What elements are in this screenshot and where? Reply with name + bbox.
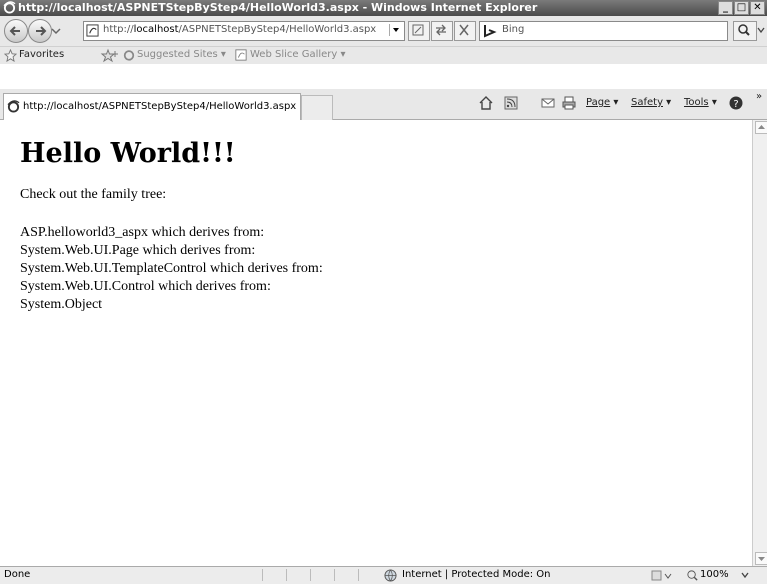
- address-bar[interactable]: http://localhost/ASPNETStepByStep4/Hello…: [83, 21, 405, 41]
- suggested-sites-link[interactable]: Suggested Sites ▾: [137, 49, 226, 60]
- status-segment: [262, 569, 285, 581]
- back-arrow-icon: [9, 26, 20, 36]
- svg-text:?: ?: [733, 99, 738, 110]
- close-button[interactable]: ✕: [750, 1, 765, 15]
- maximize-button[interactable]: □: [734, 1, 749, 15]
- title-bar: http://localhost/ASPNETStepByStep4/Hello…: [0, 0, 767, 16]
- web-slice-gallery-link[interactable]: Web Slice Gallery ▾: [250, 49, 346, 60]
- forward-button[interactable]: [28, 19, 52, 43]
- status-bar: Done Internet | Protected Mode: On 100%: [0, 566, 767, 584]
- page-content: Hello World!!! Check out the family tree…: [0, 120, 752, 566]
- compatibility-view-button[interactable]: [408, 21, 430, 41]
- status-text: Done: [4, 569, 31, 580]
- intro-text: Check out the family tree:: [20, 187, 167, 202]
- stop-icon: [459, 24, 469, 36]
- zoom-level[interactable]: 100%: [700, 569, 729, 580]
- address-url: http://localhost/ASPNETStepByStep4/Hello…: [103, 24, 377, 35]
- family-tree-list: ASP.helloworld3_aspx which derives from:…: [20, 224, 323, 314]
- favorites-star-icon: [4, 49, 17, 62]
- back-button[interactable]: [4, 19, 28, 43]
- vertical-scrollbar[interactable]: [752, 120, 767, 566]
- refresh-button[interactable]: [431, 21, 453, 41]
- window-controls: _ □ ✕: [718, 1, 765, 15]
- address-row: http://localhost/ASPNETStepByStep4/Hello…: [0, 16, 767, 47]
- safety-menu[interactable]: Safety ▾: [631, 97, 671, 108]
- bing-icon: [484, 25, 497, 38]
- tools-menu[interactable]: Tools ▾: [684, 97, 717, 108]
- favorites-button[interactable]: Favorites: [19, 49, 64, 60]
- tab-title: http://localhost/ASPNETStepByStep4/Hello…: [23, 101, 297, 112]
- scroll-up-button[interactable]: [755, 121, 767, 134]
- family-tree-line: System.Web.UI.Page which derives from:: [20, 243, 256, 258]
- family-tree-line: System.Web.UI.TemplateControl which deri…: [20, 261, 323, 276]
- chevron-more-icon[interactable]: »: [756, 91, 762, 102]
- home-icon[interactable]: [478, 95, 494, 111]
- ie-page-icon: [123, 50, 135, 61]
- security-zone[interactable]: Internet | Protected Mode: On: [402, 569, 550, 580]
- tab-bar: http://localhost/ASPNETStepByStep4/Hello…: [0, 89, 767, 121]
- family-tree-line: ASP.helloworld3_aspx which derives from:: [20, 225, 265, 240]
- active-tab[interactable]: http://localhost/ASPNETStepByStep4/Hello…: [3, 93, 301, 120]
- favorites-bar: Favorites Suggested Sites ▾ Web Slice Ga…: [0, 47, 767, 64]
- scroll-up-arrow-icon: [758, 125, 765, 129]
- search-button[interactable]: [733, 21, 757, 41]
- compatibility-view-icon: [412, 24, 424, 36]
- scroll-down-arrow-icon: [758, 557, 765, 561]
- family-tree-line: System.Object: [20, 297, 103, 312]
- globe-icon: [384, 569, 397, 582]
- stop-button[interactable]: [454, 21, 476, 41]
- protected-mode-dropdown-icon[interactable]: [650, 569, 672, 582]
- ie-logo-icon: [3, 1, 16, 14]
- zoom-icon: [687, 570, 698, 581]
- add-to-favorites-bar-icon[interactable]: [100, 48, 120, 63]
- page-heading: Hello World!!!: [20, 138, 236, 169]
- refresh-icon: [436, 24, 446, 36]
- new-tab-button[interactable]: [301, 95, 333, 121]
- status-segment: [358, 569, 381, 581]
- navigation-bar: http://localhost/ASPNETStepByStep4/Hello…: [0, 16, 767, 64]
- feeds-icon[interactable]: [503, 95, 519, 111]
- status-segment: [334, 569, 357, 581]
- zoom-dropdown-icon[interactable]: [740, 570, 750, 580]
- family-tree-line: System.Web.UI.Control which derives from…: [20, 279, 271, 294]
- page-icon: [86, 24, 99, 37]
- forward-arrow-icon: [36, 26, 47, 36]
- recent-pages-dropdown-icon[interactable]: [51, 27, 61, 35]
- ie-page-icon: [7, 100, 20, 113]
- print-icon[interactable]: [561, 95, 577, 111]
- read-mail-icon[interactable]: [540, 95, 556, 111]
- minimize-button[interactable]: _: [718, 1, 733, 15]
- chevron-down-icon: [393, 28, 399, 32]
- search-options-dropdown-icon[interactable]: [757, 27, 765, 33]
- search-box[interactable]: Bing: [479, 21, 728, 41]
- address-dropdown-button[interactable]: [389, 24, 402, 36]
- scroll-down-button[interactable]: [755, 552, 767, 565]
- web-slice-icon: [235, 49, 247, 61]
- search-icon: [738, 24, 750, 36]
- help-icon[interactable]: ?: [728, 95, 744, 111]
- window-title: http://localhost/ASPNETStepByStep4/Hello…: [18, 1, 538, 14]
- status-segment: [286, 569, 309, 581]
- search-placeholder: Bing: [502, 24, 525, 35]
- page-menu[interactable]: Page ▾: [586, 97, 618, 108]
- status-segment: [310, 569, 333, 581]
